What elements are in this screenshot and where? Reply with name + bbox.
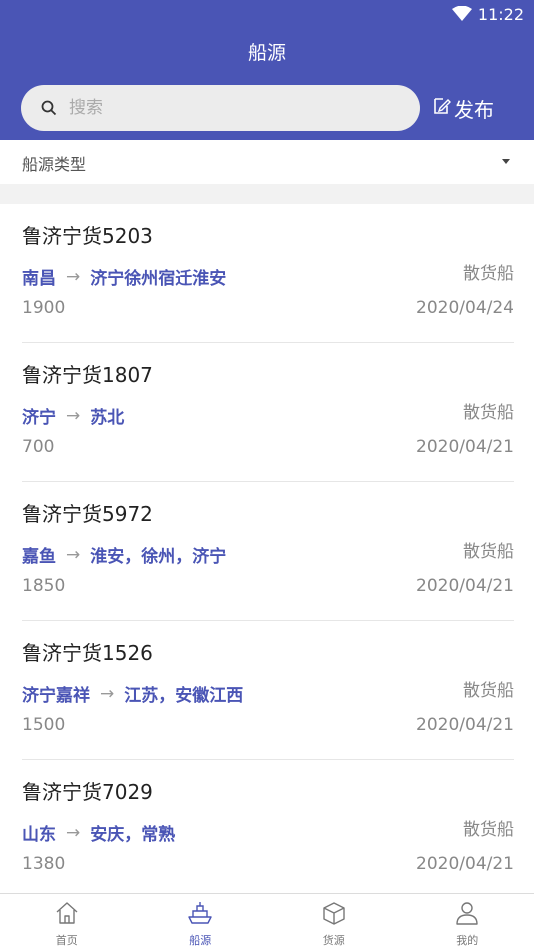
date: 2020/04/21	[416, 576, 514, 596]
route: 济宁 → 苏北	[22, 403, 125, 429]
route-from: 嘉鱼	[22, 547, 56, 567]
search-box[interactable]	[21, 85, 420, 131]
edit-icon	[432, 96, 454, 121]
wifi-icon	[452, 5, 472, 26]
ship-list: 鲁济宁货5203 南昌 → 济宁徐州宿迁淮安 散货船 1900 2020/04/…	[0, 204, 534, 899]
route-to: 江苏，安徽江西	[124, 686, 244, 706]
route-to: 淮安，徐州，济宁	[90, 547, 227, 567]
route-to: 安庆，常熟	[90, 825, 176, 845]
ship-name: 鲁济宁货1526	[22, 641, 153, 665]
tonnage: 1500	[22, 715, 66, 735]
tonnage: 700	[22, 437, 55, 457]
tonnage: 1850	[22, 576, 66, 596]
home-icon	[54, 900, 80, 930]
tab-ship-source[interactable]: 船源	[134, 894, 268, 949]
date: 2020/04/21	[416, 715, 514, 735]
app-header: 11:22 船源 发布	[0, 0, 534, 140]
tab-mine[interactable]: 我的	[401, 894, 534, 949]
route-from: 山东	[22, 825, 56, 845]
date: 2020/04/21	[416, 437, 514, 457]
list-item[interactable]: 鲁济宁货1526 济宁嘉祥 → 江苏，安徽江西 散货船 1500 2020/04…	[22, 621, 514, 760]
tab-label: 船源	[189, 934, 212, 947]
ship-name: 鲁济宁货5972	[22, 502, 153, 526]
route: 嘉鱼 → 淮安，徐州，济宁	[22, 542, 227, 568]
tab-home[interactable]: 首页	[0, 894, 134, 949]
section-divider	[0, 184, 534, 204]
ship-name: 鲁济宁货7029	[22, 780, 153, 804]
route-to: 苏北	[90, 408, 125, 428]
publish-button[interactable]: 发布	[432, 92, 494, 124]
route-to: 济宁徐州宿迁淮安	[90, 269, 227, 289]
list-item[interactable]: 鲁济宁货1807 济宁 → 苏北 散货船 700 2020/04/21	[22, 343, 514, 482]
route-from: 南昌	[22, 269, 56, 289]
ship-type: 散货船	[463, 542, 514, 562]
route-from: 济宁	[22, 408, 56, 428]
ship-name: 鲁济宁货1807	[22, 363, 153, 387]
tab-label: 我的	[456, 934, 479, 947]
route: 南昌 → 济宁徐州宿迁淮安	[22, 264, 227, 290]
tonnage: 1900	[22, 298, 66, 318]
ship-name: 鲁济宁货5203	[22, 224, 153, 248]
publish-label: 发布	[454, 97, 494, 122]
route: 济宁嘉祥 → 江苏，安徽江西	[22, 681, 244, 707]
arrow-right-icon: →	[66, 266, 81, 287]
date: 2020/04/21	[416, 854, 514, 874]
route-from: 济宁嘉祥	[22, 686, 90, 706]
bottom-tab-bar: 首页 船源 货源 我的	[0, 893, 534, 949]
page-title: 船源	[247, 42, 286, 64]
ship-icon	[187, 900, 213, 930]
arrow-right-icon: →	[66, 822, 81, 843]
tab-label: 首页	[55, 934, 78, 947]
user-icon	[454, 900, 480, 930]
arrow-right-icon: →	[100, 683, 115, 704]
tab-label: 货源	[322, 934, 345, 947]
tonnage: 1380	[22, 854, 66, 874]
route: 山东 → 安庆，常熟	[22, 820, 176, 846]
ship-type: 散货船	[463, 264, 514, 284]
search-input[interactable]	[69, 85, 409, 131]
list-item[interactable]: 鲁济宁货5972 嘉鱼 → 淮安，徐州，济宁 散货船 1850 2020/04/…	[22, 482, 514, 621]
ship-type: 散货船	[463, 681, 514, 701]
arrow-right-icon: →	[66, 544, 81, 565]
caret-down-icon	[502, 159, 510, 164]
list-item[interactable]: 鲁济宁货7029 山东 → 安庆，常熟 散货船 1380 2020/04/21	[22, 760, 514, 899]
list-item[interactable]: 鲁济宁货5203 南昌 → 济宁徐州宿迁淮安 散货船 1900 2020/04/…	[22, 204, 514, 343]
search-icon	[41, 100, 57, 120]
tab-cargo-source[interactable]: 货源	[267, 894, 401, 949]
arrow-right-icon: →	[66, 405, 81, 426]
box-icon	[321, 900, 347, 930]
status-time: 11:22	[477, 5, 524, 24]
ship-type: 散货船	[463, 820, 514, 840]
ship-type-filter[interactable]: 船源类型	[0, 140, 534, 184]
filter-label: 船源类型	[22, 155, 87, 174]
date: 2020/04/24	[416, 298, 514, 318]
ship-type: 散货船	[463, 403, 514, 423]
